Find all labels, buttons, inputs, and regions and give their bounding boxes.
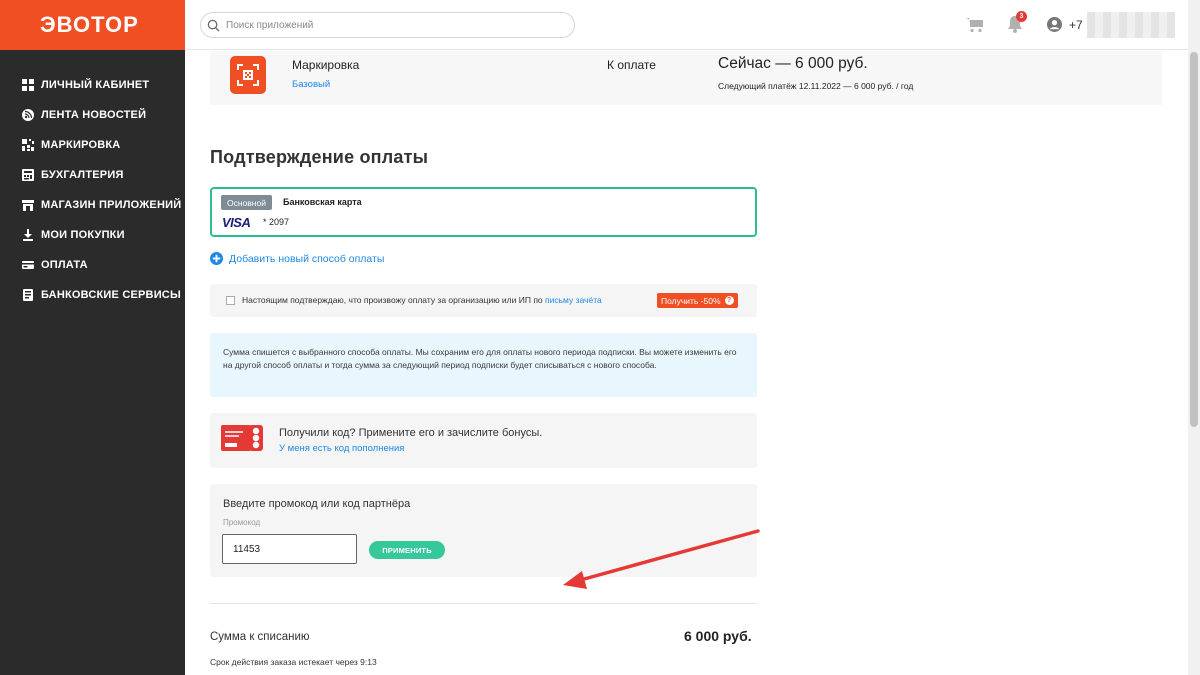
sidebar-item-label: ЛИЧНЫЙ КАБИНЕТ — [41, 79, 150, 91]
add-payment-method-label: Добавить новый способ оплаты — [229, 252, 385, 265]
bonus-title: Получили код? Примените его и зачислите … — [279, 427, 543, 439]
notification-badge: 3 — [1016, 11, 1027, 22]
sidebar-item-label: МОИ ПОКУПКИ — [41, 229, 125, 241]
bank-icon — [22, 289, 34, 301]
sidebar-item-label: ЛЕНТА НОВОСТЕЙ — [41, 109, 147, 121]
sidebar-item-news[interactable]: ЛЕНТА НОВОСТЕЙ — [0, 100, 185, 130]
sidebar-item-purchases[interactable]: МОИ ПОКУПКИ — [0, 220, 185, 250]
promo-field-label: Промокод — [223, 518, 261, 527]
sidebar-item-label: МАГАЗИН ПРИЛОЖЕНИЙ — [41, 199, 182, 211]
sidebar-item-label: МАРКИРОВКА — [41, 139, 121, 151]
qr-icon — [22, 139, 34, 151]
discount-badge[interactable]: Получить -50% ? — [657, 293, 738, 308]
download-icon — [22, 229, 34, 241]
divider — [210, 603, 757, 604]
pay-now-amount: Сейчас — 6 000 руб. — [718, 55, 868, 72]
apply-button[interactable]: ПРИМЕНИТЬ — [369, 541, 445, 559]
grid-icon — [22, 79, 34, 91]
primary-tag: Основной — [221, 195, 272, 210]
calculator-icon — [22, 169, 34, 181]
org-confirm-text: Настоящим подтверждаю, что произвожу опл… — [242, 295, 602, 305]
sidebar-nav: ЛИЧНЫЙ КАБИНЕТ ЛЕНТА НОВОСТЕЙ МАРКИРОВКА… — [0, 50, 185, 310]
user-phone[interactable]: +7 — [1069, 18, 1083, 32]
sidebar-item-payment[interactable]: ОПЛАТА — [0, 250, 185, 280]
scroll-thumb[interactable] — [1190, 52, 1198, 427]
card-type: Банковская карта — [283, 197, 362, 207]
payment-card-option[interactable]: Основной Банковская карта VISA * 2097 — [210, 187, 757, 237]
phone-redacted — [1087, 12, 1175, 38]
sidebar-item-app-store[interactable]: МАГАЗИН ПРИЛОЖЕНИЙ — [0, 190, 185, 220]
order-expiry: Срок действия заказа истекает через 9:13 — [210, 657, 377, 667]
cart-icon[interactable] — [966, 17, 984, 33]
search-input[interactable] — [226, 19, 566, 31]
sidebar-item-bank-services[interactable]: БАНКОВСКИЕ СЕРВИСЫ — [0, 280, 185, 310]
visa-logo-icon: VISA — [222, 215, 251, 230]
sidebar-item-marking[interactable]: МАРКИРОВКА — [0, 130, 185, 160]
topup-code-link[interactable]: У меня есть код пополнения — [279, 443, 404, 454]
sidebar: ЭВОТОР ЛИЧНЫЙ КАБИНЕТ ЛЕНТА НОВОСТЕЙ МАР… — [0, 0, 185, 675]
search-icon — [207, 19, 220, 32]
annotation-arrow-icon — [563, 529, 760, 589]
org-confirm-checkbox[interactable] — [226, 296, 235, 305]
sidebar-item-label: ОПЛАТА — [41, 259, 88, 271]
total-value: 6 000 руб. — [684, 628, 752, 644]
info-notice: Сумма спишется с выбранного способа опла… — [210, 333, 757, 397]
rss-icon — [22, 109, 34, 121]
sidebar-item-label: БАНКОВСКИЕ СЕРВИСЫ — [41, 289, 181, 301]
add-payment-method-link[interactable]: Добавить новый способ оплаты — [210, 252, 384, 265]
gift-card-icon — [221, 425, 263, 451]
sidebar-item-label: БУХГАЛТЕРИЯ — [41, 169, 124, 181]
org-confirm-box: Настоящим подтверждаю, что произвожу опл… — [210, 284, 757, 317]
page-scrollbar[interactable] — [1188, 0, 1200, 675]
discount-label: Получить -50% — [661, 295, 721, 306]
sidebar-item-accounting[interactable]: БУХГАЛТЕРИЯ — [0, 160, 185, 190]
user-avatar-icon[interactable] — [1047, 17, 1062, 32]
promo-code-input[interactable] — [222, 534, 357, 564]
brand-logo[interactable]: ЭВОТОР — [0, 0, 185, 50]
plus-circle-icon — [210, 252, 223, 265]
store-icon — [22, 199, 34, 211]
product-summary: Маркировка Базовый К оплате Сейчас — 6 0… — [210, 51, 1162, 105]
top-header: 3 +7 — [185, 0, 1188, 50]
card-number: * 2097 — [263, 217, 290, 227]
next-payment: Следующий платёж 12.11.2022 — 6 000 руб.… — [718, 81, 914, 91]
marking-app-icon — [230, 56, 266, 94]
promo-title: Введите промокод или код партнёра — [223, 498, 411, 510]
credit-card-icon — [22, 259, 34, 271]
sidebar-item-account[interactable]: ЛИЧНЫЙ КАБИНЕТ — [0, 70, 185, 100]
product-plan-link[interactable]: Базовый — [292, 79, 330, 90]
page-title: Подтверждение оплаты — [210, 147, 429, 167]
search-box[interactable] — [200, 12, 575, 38]
org-confirm-statement: Настоящим подтверждаю, что произвожу опл… — [242, 295, 543, 305]
total-label: Сумма к списанию — [210, 631, 310, 643]
bonus-code-box: Получили код? Примените его и зачислите … — [210, 413, 757, 468]
offset-letter-link[interactable]: письму зачёта — [545, 295, 602, 305]
product-name: Маркировка — [292, 58, 360, 72]
main-content: Маркировка Базовый К оплате Сейчас — 6 0… — [185, 51, 1188, 675]
help-icon[interactable]: ? — [724, 296, 734, 305]
pay-label: К оплате — [607, 58, 656, 72]
